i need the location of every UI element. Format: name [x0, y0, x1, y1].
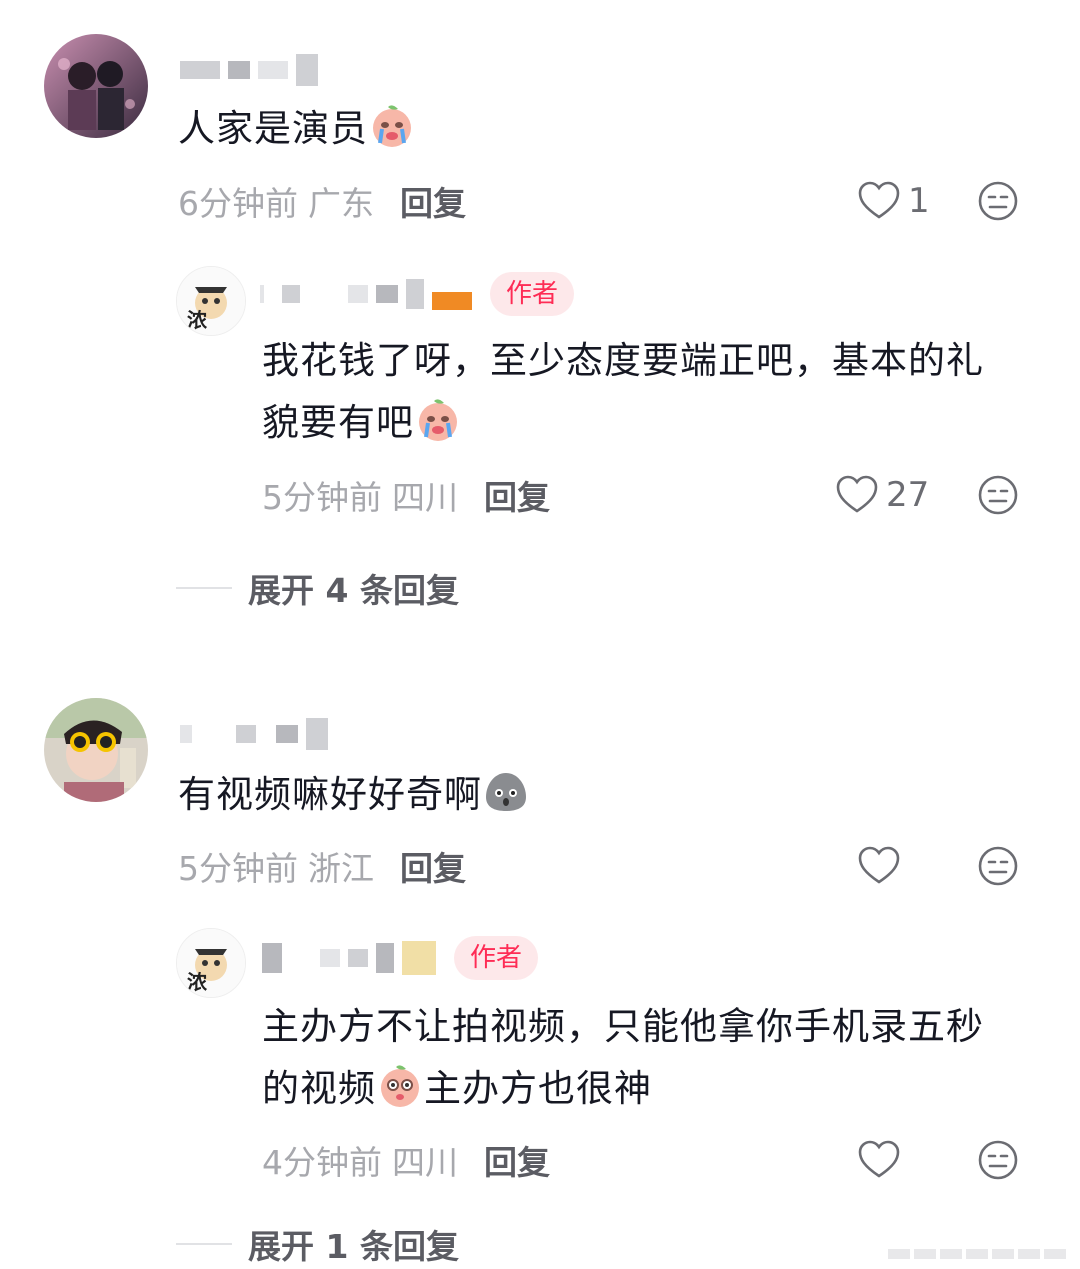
location: 四川: [392, 1143, 458, 1182]
username[interactable]: 作者: [260, 272, 575, 316]
expand-replies-button[interactable]: 展开 1 条回复: [176, 1222, 459, 1266]
timestamp: 4分钟前: [262, 1143, 382, 1182]
like-button[interactable]: [858, 1138, 900, 1182]
surprised-gray-emoji: [482, 767, 530, 815]
comment-meta: 6分钟前 广东 回复: [178, 179, 466, 223]
like-count: 1: [908, 181, 930, 221]
avatar[interactable]: 浓: [176, 266, 246, 336]
username[interactable]: 作者: [262, 936, 539, 980]
svg-text:浓: 浓: [187, 970, 208, 994]
shocked-peach-emoji: [376, 1061, 424, 1109]
comment-meta: 5分钟前 四川 回复: [262, 473, 550, 517]
dislike-face-icon[interactable]: [977, 1139, 1019, 1181]
like-button[interactable]: 27: [836, 473, 929, 517]
svg-text:浓: 浓: [187, 308, 208, 332]
author-badge: 作者: [454, 936, 539, 980]
avatar[interactable]: [44, 698, 148, 802]
heart-outline-icon: [858, 1140, 900, 1178]
divider: [176, 587, 232, 589]
location: 浙江: [308, 849, 374, 888]
divider: [176, 1243, 232, 1245]
like-button[interactable]: 1: [858, 179, 930, 223]
username[interactable]: [180, 716, 328, 752]
location: 四川: [392, 478, 458, 517]
heart-outline-icon: [858, 846, 900, 884]
reply-button[interactable]: 回复: [400, 177, 466, 225]
watermark: [888, 1249, 1066, 1259]
comment-text: 我花钱了呀，至少态度要端正吧，基本的礼 貌要有吧: [262, 339, 984, 444]
crying-peach-emoji: [414, 395, 462, 443]
dislike-face-icon[interactable]: [977, 474, 1019, 516]
reply-button[interactable]: 回复: [400, 842, 466, 890]
timestamp: 5分钟前: [178, 849, 298, 888]
comment-text: 有视频嘛好好奇啊: [178, 764, 530, 826]
heart-outline-icon: [858, 181, 900, 219]
comment-meta: 4分钟前 四川 回复: [262, 1138, 550, 1182]
reply-button[interactable]: 回复: [484, 471, 550, 519]
like-count: 27: [886, 475, 930, 515]
reply-button[interactable]: 回复: [484, 1136, 550, 1184]
heart-outline-icon: [836, 475, 878, 513]
username[interactable]: [180, 52, 318, 88]
like-button[interactable]: [858, 844, 900, 888]
expand-replies-button[interactable]: 展开 4 条回复: [176, 566, 459, 610]
dislike-face-icon[interactable]: [977, 845, 1019, 887]
timestamp: 6分钟前: [178, 184, 298, 223]
avatar[interactable]: 浓: [176, 928, 246, 998]
comment-text: 人家是演员: [178, 98, 416, 160]
author-badge: 作者: [490, 272, 575, 316]
comment-meta: 5分钟前 浙江 回复: [178, 844, 466, 888]
avatar[interactable]: [44, 34, 148, 138]
dislike-face-icon[interactable]: [977, 180, 1019, 222]
crying-peach-emoji: [368, 101, 416, 149]
timestamp: 5分钟前: [262, 478, 382, 517]
comment-text: 主办方不让拍视频，只能他拿你手机录五秒 的视频 主办方也很神: [262, 1005, 984, 1110]
location: 广东: [308, 184, 374, 223]
